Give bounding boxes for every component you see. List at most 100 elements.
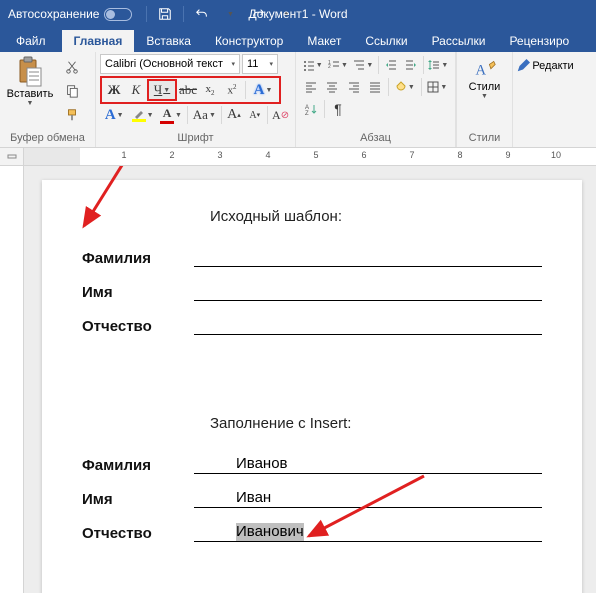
row-patronymic-2: Отчество Иванович	[82, 518, 542, 542]
chevron-down-icon: ▼	[481, 93, 488, 100]
superscript-button[interactable]: x2	[221, 79, 243, 101]
ribbon: Вставить ▼ Буфер обмена Calibri (Основно…	[0, 52, 596, 148]
field-firstname-2[interactable]: Иван	[194, 488, 542, 508]
tab-mailings[interactable]: Рассылки	[420, 30, 498, 52]
font-size-combo[interactable]: 11▾	[242, 54, 278, 74]
group-font: Calibri (Основной текст▾ 11▾ Ж К Ч▼ abc …	[96, 52, 296, 147]
chevron-down-icon: ▼	[163, 86, 170, 94]
chevron-down-icon: ▾	[231, 60, 235, 68]
bold-button[interactable]: Ж	[103, 79, 125, 101]
group-clipboard: Вставить ▼ Буфер обмена	[0, 52, 96, 147]
row-patronymic-1: Отчество	[82, 311, 542, 335]
undo-dropdown-icon[interactable]: ▼	[218, 2, 242, 26]
field-lastname-2[interactable]: Иванов	[194, 454, 542, 474]
shading-button[interactable]: ▼	[391, 76, 418, 98]
line-spacing-button[interactable]: ▼	[426, 54, 451, 76]
font-name-value: Calibri (Основной текст	[105, 58, 223, 70]
highlight-button[interactable]: ▼	[128, 104, 156, 126]
row-lastname-2: Фамилия Иванов	[82, 450, 542, 474]
field-firstname-1[interactable]	[194, 281, 542, 301]
styles-icon: A	[469, 60, 501, 79]
tab-layout[interactable]: Макет	[295, 30, 353, 52]
align-right-button[interactable]	[343, 76, 365, 98]
font-name-combo[interactable]: Calibri (Основной текст ▾	[100, 54, 240, 74]
tab-insert[interactable]: Вставка	[134, 30, 203, 52]
group-label-paragraph: Абзац	[300, 132, 451, 146]
subscript-button[interactable]: x2	[199, 79, 221, 101]
align-center-button[interactable]	[322, 76, 344, 98]
styles-label: Стили	[469, 81, 501, 93]
styles-button[interactable]: A Стили ▼	[465, 60, 505, 100]
editing-button[interactable]: Редакти	[516, 56, 573, 76]
editing-label: Редакти	[532, 60, 573, 72]
paste-dropdown-icon[interactable]: ▼	[27, 100, 34, 107]
cut-button[interactable]	[58, 56, 86, 78]
page[interactable]: Исходный шаблон: Фамилия Имя Отчество За…	[42, 180, 582, 593]
field-lastname-1[interactable]	[194, 247, 542, 267]
group-label-font: Шрифт	[100, 132, 291, 146]
label-patronymic: Отчество	[82, 525, 194, 542]
label-lastname: Фамилия	[82, 457, 194, 474]
group-label-styles: Стили	[469, 132, 501, 146]
field-patronymic-1[interactable]	[194, 315, 542, 335]
label-lastname: Фамилия	[82, 250, 194, 267]
pencil-icon	[516, 59, 530, 73]
tab-references[interactable]: Ссылки	[353, 30, 419, 52]
shrink-font-button[interactable]: A▾	[244, 104, 265, 126]
group-paragraph: ▼ 12▼ ▼ ▼ ▼ ▼ AZ ¶ Абзац	[296, 52, 456, 147]
numbering-button[interactable]: 12▼	[325, 54, 350, 76]
format-painter-button[interactable]	[58, 104, 86, 126]
copy-button[interactable]	[58, 80, 86, 102]
undo-icon[interactable]	[190, 2, 214, 26]
group-styles: A Стили ▼ Стили	[457, 52, 513, 147]
multilevel-list-button[interactable]: ▼	[351, 54, 376, 76]
justify-button[interactable]	[365, 76, 387, 98]
selected-text: Иванович	[236, 523, 304, 541]
ruler-corner[interactable]	[0, 148, 24, 166]
tab-design[interactable]: Конструктор	[203, 30, 295, 52]
horizontal-ruler[interactable]: 1 2 3 4 5 6 7 8 9 10	[24, 148, 596, 166]
scroll-pane[interactable]: Исходный шаблон: Фамилия Имя Отчество За…	[24, 166, 596, 593]
title-bar: Автосохранение ▼ ▼ Документ1 - Word	[0, 0, 596, 28]
redo-icon[interactable]	[246, 2, 270, 26]
label-patronymic: Отчество	[82, 318, 194, 335]
strikethrough-button[interactable]: abc	[177, 79, 199, 101]
tab-home[interactable]: Главная	[62, 30, 135, 52]
change-case-button[interactable]: Aa▼	[190, 104, 218, 126]
clear-formatting-button[interactable]: A⊘	[270, 104, 291, 126]
tab-file[interactable]: Файл	[0, 30, 62, 52]
section2-title: Заполнение с Insert:	[210, 415, 542, 432]
increase-indent-button[interactable]	[401, 54, 421, 76]
show-marks-button[interactable]: ¶	[327, 98, 349, 120]
group-label-clipboard: Буфер обмена	[4, 132, 91, 146]
grow-font-button[interactable]: A▴	[224, 104, 245, 126]
vertical-ruler[interactable]	[0, 166, 24, 593]
document-area: Исходный шаблон: Фамилия Имя Отчество За…	[0, 166, 596, 593]
svg-text:2: 2	[328, 64, 331, 70]
decrease-indent-button[interactable]	[381, 54, 401, 76]
italic-button[interactable]: К	[125, 79, 147, 101]
borders-button[interactable]: ▼	[424, 76, 451, 98]
ribbon-tabs: Файл Главная Вставка Конструктор Макет С…	[0, 28, 596, 52]
sort-button[interactable]: AZ	[300, 98, 322, 120]
text-effects-button[interactable]: A▼	[248, 79, 278, 101]
save-icon[interactable]	[153, 2, 177, 26]
text-effects-glow-button[interactable]: A▼	[100, 104, 128, 126]
field-patronymic-2[interactable]: Иванович	[194, 522, 542, 542]
bullets-button[interactable]: ▼	[300, 54, 325, 76]
label-firstname: Имя	[82, 284, 194, 301]
paste-button[interactable]: Вставить ▼	[4, 54, 56, 126]
autosave-toggle[interactable]	[104, 8, 132, 21]
row-firstname-1: Имя	[82, 277, 542, 301]
underline-button[interactable]: Ч▼	[147, 79, 177, 101]
svg-text:Z: Z	[305, 111, 309, 115]
tab-review[interactable]: Рецензиро	[497, 30, 581, 52]
section1-title: Исходный шаблон:	[210, 208, 542, 225]
qat-customize-icon[interactable]: ▼	[274, 2, 298, 26]
align-left-button[interactable]	[300, 76, 322, 98]
font-color-button[interactable]: A▼	[157, 104, 185, 126]
svg-text:A: A	[475, 63, 486, 79]
font-size-value: 11	[247, 58, 258, 70]
row-lastname-1: Фамилия	[82, 243, 542, 267]
paste-icon	[16, 56, 44, 88]
